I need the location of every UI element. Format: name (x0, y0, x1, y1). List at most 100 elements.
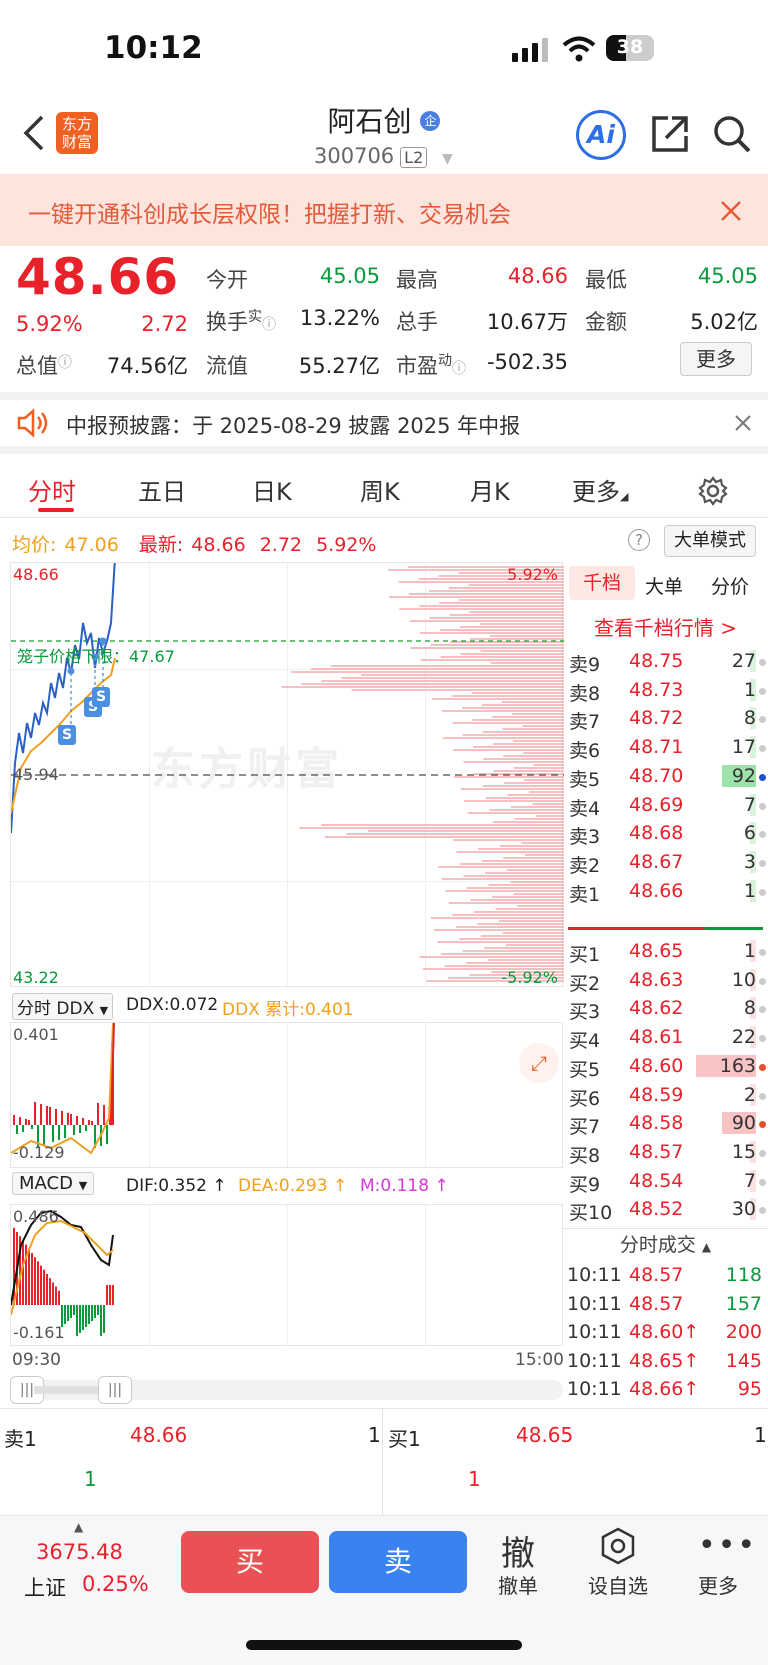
ask-row[interactable]: 卖7 48.72 8 (563, 703, 768, 733)
bid-price: 48.62 (629, 997, 684, 1020)
tab-day-k[interactable]: 日K (252, 472, 292, 507)
big-order-mode-button[interactable]: 大单模式 (664, 525, 756, 557)
ask-row[interactable]: 卖9 48.75 27 (563, 646, 768, 676)
status-dot (759, 977, 766, 985)
bid-row[interactable]: 买3 48.62 8 (563, 993, 768, 1023)
macd-dif: DIF:0.352 ↑ (126, 1176, 227, 1196)
stock-code[interactable]: 300706 L2 ▼ (314, 144, 453, 168)
status-time: 10:12 (104, 30, 203, 66)
tab-depth[interactable]: 千档 (569, 566, 635, 600)
info-icon[interactable]: ⓘ (58, 355, 72, 371)
ddx-value: DDX:0.072 (126, 995, 219, 1015)
bid-row[interactable]: 买10 48.52 30 (563, 1194, 768, 1224)
ask-price: 48.75 (629, 650, 684, 672)
search-icon[interactable] (712, 114, 752, 154)
tick-list-header[interactable]: 分时成交 ▲ (563, 1228, 768, 1260)
ddx-selector[interactable]: 分时 DDX ▼ (12, 993, 114, 1020)
best-bid-volume: 1 (754, 1423, 767, 1447)
ask-side: 卖5 (569, 768, 601, 791)
bid-row[interactable]: 买4 48.61 22 (563, 1022, 768, 1052)
ask-side: 卖9 (569, 654, 601, 676)
add-watchlist-label[interactable]: 设自选 (578, 1570, 658, 1599)
status-dot (759, 1178, 766, 1186)
real-sup: 实 (248, 309, 262, 325)
scroll-range (34, 1386, 104, 1394)
stock-code-text: 300706 (314, 144, 395, 168)
bid-row[interactable]: 买6 48.59 2 (563, 1080, 768, 1110)
add-watchlist-icon[interactable] (598, 1526, 638, 1566)
macd-chart[interactable]: 0.486 -0.161 (10, 1204, 563, 1346)
sell-button[interactable]: 卖 (329, 1531, 467, 1593)
scroll-handle-right-icon[interactable]: ||| (98, 1376, 132, 1404)
ask-row[interactable]: 卖6 48.71 17 (563, 732, 768, 762)
ai-icon[interactable]: Ai (576, 110, 626, 160)
bid-row[interactable]: 买7 48.58 90 (563, 1108, 768, 1138)
bid-row[interactable]: 买1 48.65 1 (563, 936, 768, 966)
speaker-icon (17, 408, 48, 438)
tab-price-dist[interactable]: 分价 (711, 572, 749, 599)
macd-selector[interactable]: MACD ▼ (12, 1172, 95, 1195)
more-icon[interactable]: ••• (698, 1528, 757, 1563)
bid-row[interactable]: 买2 48.63 10 (563, 965, 768, 995)
intraday-chart[interactable]: 东方财富 S S S 48.66 45.94 43.22 5.92% -5.92… (10, 562, 564, 987)
ask-price: 48.72 (629, 707, 684, 730)
status-dot (759, 831, 766, 839)
ddx-chart[interactable]: 0.401 -0.129 ⤢ (10, 1023, 563, 1168)
best-bid-label: 买1 (388, 1427, 421, 1451)
cancel-order-label[interactable]: 撤单 (478, 1570, 558, 1599)
ask-row[interactable]: 卖5 48.70 92 (563, 761, 768, 791)
ask-side: 卖4 (569, 797, 601, 820)
ask-row[interactable]: 卖3 48.68 6 (563, 818, 768, 848)
amount-label: 金额 (585, 310, 627, 334)
tab-month-k[interactable]: 月K (470, 472, 510, 507)
bid-price: 48.60 (629, 1054, 684, 1077)
tab-intraday[interactable]: 分时 (28, 472, 76, 507)
chart-scrollbar[interactable]: ||| ||| (10, 1376, 563, 1404)
tab-more[interactable]: 更多◢ (572, 472, 628, 507)
bid-price: 48.58 (629, 1112, 684, 1135)
status-dot (759, 1092, 766, 1100)
view-depth-link[interactable]: 查看千档行情 > (563, 612, 768, 641)
bid-row[interactable]: 买5 48.60 163 (563, 1051, 768, 1081)
ask-row[interactable]: 卖2 48.67 3 (563, 847, 768, 877)
share-icon[interactable] (650, 114, 690, 154)
tab-week-k[interactable]: 周K (360, 472, 400, 507)
more-label[interactable]: 更多 (678, 1570, 758, 1599)
notice-text: 中报预披露：于 2025-08-29 披露 2025 年中报 (66, 414, 521, 438)
ask-row[interactable]: 卖8 48.73 1 (563, 675, 768, 705)
more-button[interactable]: 更多 (680, 342, 752, 376)
ask-row[interactable]: 卖1 48.66 1 (563, 876, 768, 906)
info-icon[interactable]: ⓘ (452, 361, 466, 377)
tick-volume: 145 (725, 1349, 762, 1372)
close-icon[interactable] (720, 200, 742, 222)
status-dot (759, 859, 766, 867)
bid-row[interactable]: 买8 48.57 15 (563, 1137, 768, 1167)
latest-change: 2.72 (259, 534, 303, 556)
close-icon[interactable] (734, 414, 752, 432)
low-label: 最低 (585, 268, 627, 292)
expand-icon[interactable]: ⤢ (519, 1043, 559, 1083)
index-value[interactable]: 3675.48 (36, 1540, 123, 1564)
gear-icon[interactable] (698, 476, 728, 506)
bid-row[interactable]: 买9 48.54 7 (563, 1166, 768, 1196)
buy-button[interactable]: 买 (181, 1531, 319, 1593)
sell-signal-icon[interactable]: S (92, 687, 110, 707)
tab-five-day[interactable]: 五日 (138, 472, 186, 507)
tick-time: 10:11 (567, 1321, 622, 1343)
bid-price: 48.59 (629, 1083, 684, 1106)
help-icon[interactable]: ? (628, 529, 650, 551)
macd-low-label: -0.161 (13, 1323, 65, 1342)
cancel-order-icon[interactable]: 撤 (478, 1526, 558, 1575)
high-value: 48.66 (507, 264, 568, 288)
info-icon[interactable]: ⓘ (262, 317, 276, 333)
ask-row[interactable]: 卖4 48.69 7 (563, 790, 768, 820)
bid-volume: 7 (743, 1169, 756, 1192)
price-high-label: 48.66 (13, 565, 59, 584)
last-price: 48.66 (16, 248, 180, 306)
ddx-header: 分时 DDX ▼ DDX:0.072 DDX 累计:0.401 (10, 987, 563, 1023)
tab-big-order[interactable]: 大单 (645, 572, 683, 599)
ask-side: 卖1 (569, 883, 601, 906)
sell-signal-icon[interactable]: S (58, 725, 76, 745)
tick-row: 10:11 48.66↑ 95 (563, 1374, 768, 1404)
ddx-selector-label: 分时 DDX (17, 999, 95, 1019)
